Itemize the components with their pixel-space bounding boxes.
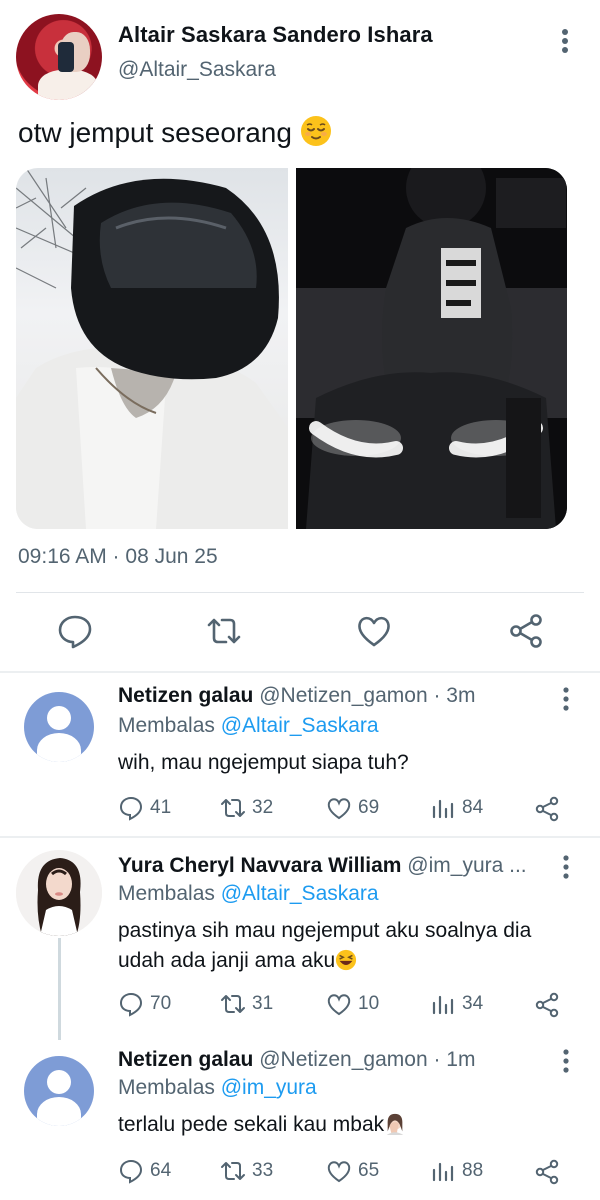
reply-count-value: 70 [150, 993, 172, 1014]
reply-author-name[interactable]: Yura Cheryl Navvara William [118, 854, 401, 877]
main-tweet: Altair Saskara Sandero Ishara @Altair_Sa… [0, 0, 600, 672]
default-avatar[interactable] [24, 692, 94, 762]
like-count-value: 65 [358, 1160, 380, 1181]
author-name[interactable]: Altair Saskara Sandero Ishara [118, 22, 433, 48]
replying-to-link[interactable]: @Altair_Saskara [221, 714, 379, 737]
share-icon[interactable] [534, 796, 560, 822]
reply-1[interactable]: Netizen galau @Netizen_gamon · 3m Membal… [0, 674, 600, 834]
reply-author-name[interactable]: Netizen galau [118, 1048, 253, 1071]
tweet-photo-motorbike[interactable] [296, 168, 567, 529]
replying-to: Membalas @Altair_Saskara [118, 882, 379, 906]
reply-header: Yura Cheryl Navvara William @im_yura ... [118, 854, 527, 878]
reply-header: Netizen galau @Netizen_gamon · 1m [118, 1048, 475, 1072]
like-icon[interactable] [355, 612, 393, 650]
replying-to-link[interactable]: @Altair_Saskara [221, 882, 379, 905]
more-options-icon[interactable] [554, 26, 576, 56]
reply-count-value: 41 [150, 797, 172, 818]
view-count-value: 34 [462, 993, 484, 1014]
reply-author-handle[interactable]: @Netizen_gamon · 1m [259, 1048, 475, 1071]
like-count[interactable]: 65 [326, 1158, 379, 1184]
reply-icon [119, 1159, 143, 1184]
like-icon [327, 1161, 351, 1183]
view-count[interactable]: 84 [430, 795, 483, 821]
view-count[interactable]: 34 [430, 991, 483, 1017]
tweet-photo-helmet[interactable] [16, 168, 288, 529]
reply-2[interactable]: Yura Cheryl Navvara William @im_yura ...… [0, 838, 600, 1040]
reply-count[interactable]: 41 [118, 795, 171, 821]
reply-icon[interactable] [56, 612, 94, 650]
reply-text-line: pastinya sih mau ngejemput aku soalnya d… [118, 919, 532, 942]
facepalm-woman-icon [386, 1113, 404, 1135]
section-separator [0, 671, 600, 673]
retweet-count[interactable]: 31 [220, 991, 273, 1017]
reply-text: pastinya sih mau ngejemput aku soalnya d… [118, 916, 578, 976]
reply-text: terlalu pede sekali kau mbak [118, 1110, 578, 1140]
retweet-count-value: 32 [252, 797, 274, 818]
relieved-face-icon [300, 116, 331, 146]
retweet-count-value: 31 [252, 993, 274, 1014]
reply-text-line: udah ada janji ama aku [118, 946, 578, 976]
like-icon [327, 798, 351, 820]
view-count[interactable]: 88 [430, 1158, 483, 1184]
like-count-value: 69 [358, 797, 380, 818]
views-icon [432, 1162, 454, 1182]
reply-header: Netizen galau @Netizen_gamon · 3m [118, 684, 475, 708]
reply-text: wih, mau ngejemput siapa tuh? [118, 751, 409, 774]
divider [16, 592, 584, 593]
author-handle[interactable]: @Altair_Saskara [118, 58, 276, 82]
reply-author-handle[interactable]: @im_yura ... [407, 854, 526, 877]
retweet-icon [221, 799, 245, 817]
reply-3[interactable]: Netizen galau @Netizen_gamon · 1m Membal… [0, 1040, 600, 1200]
replying-label: Membalas [118, 714, 215, 737]
more-options-icon[interactable] [556, 854, 576, 880]
share-icon[interactable] [534, 1159, 560, 1185]
tweet-text: otw jemput seseorang [18, 115, 332, 149]
share-icon[interactable] [534, 992, 560, 1018]
thread-connector [58, 938, 61, 1040]
default-avatar[interactable] [24, 1056, 94, 1126]
replying-label: Membalas [118, 882, 215, 905]
reply-count[interactable]: 64 [118, 1158, 171, 1184]
more-options-icon[interactable] [556, 1048, 576, 1074]
retweet-count[interactable]: 33 [220, 1158, 273, 1184]
tweet-text-content: otw jemput seseorang [18, 117, 292, 148]
tweet-timestamp[interactable]: 09:16 AM · 08 Jun 25 [18, 545, 218, 569]
retweet-icon [221, 995, 245, 1013]
reply-count[interactable]: 70 [118, 991, 171, 1017]
reply-text-content: terlalu pede sekali kau mbak [118, 1113, 385, 1136]
like-count[interactable]: 10 [326, 991, 379, 1017]
replying-to: Membalas @im_yura [118, 1076, 317, 1100]
view-count-value: 84 [462, 797, 484, 818]
laughing-squint-face-icon [336, 949, 357, 971]
yura-avatar[interactable] [16, 850, 102, 936]
views-icon [432, 995, 454, 1015]
replying-to-link[interactable]: @im_yura [221, 1076, 317, 1099]
more-options-icon[interactable] [556, 686, 576, 712]
reply-author-name[interactable]: Netizen galau [118, 684, 253, 707]
like-count-value: 10 [358, 993, 380, 1014]
like-icon [327, 994, 351, 1016]
reply-count-value: 64 [150, 1160, 172, 1181]
share-icon[interactable] [507, 612, 545, 650]
views-icon [432, 799, 454, 819]
reply-text-line-content: udah ada janji ama aku [118, 949, 336, 972]
view-count-value: 88 [462, 1160, 484, 1181]
retweet-icon[interactable] [205, 612, 243, 650]
retweet-count[interactable]: 32 [220, 795, 273, 821]
reply-author-handle[interactable]: @Netizen_gamon · 3m [259, 684, 475, 707]
author-avatar[interactable] [16, 14, 102, 100]
retweet-count-value: 33 [252, 1160, 274, 1181]
like-count[interactable]: 69 [326, 795, 379, 821]
retweet-icon [221, 1162, 245, 1180]
reply-icon [119, 992, 143, 1017]
replying-label: Membalas [118, 1076, 215, 1099]
replying-to: Membalas @Altair_Saskara [118, 714, 379, 738]
reply-icon [119, 796, 143, 821]
